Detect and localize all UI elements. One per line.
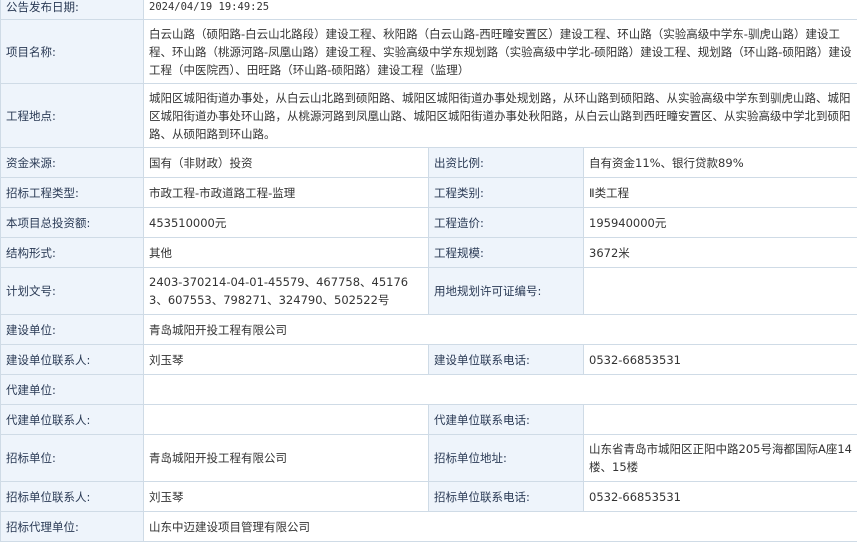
investment-label: 本项目总投资额: <box>0 207 144 238</box>
location-value: 城阳区城阳街道办事处，从白云山北路到硕阳路、城阳区城阳街道办事处规划路，从环山路… <box>143 83 857 148</box>
row-fund-source: 资金来源: 国有（非财政）投资 出资比例: 自有资金11%、银行贷款89% <box>0 147 857 178</box>
builder-contact-value: 刘玉琴 <box>143 344 429 375</box>
tenderer-phone-value: 0532-66853531 <box>583 481 857 512</box>
builder-contact-label: 建设单位联系人: <box>0 344 144 375</box>
investment-value: 453510000元 <box>143 207 429 238</box>
plan-doc-value: 2403-370214-04-01-45579、467758、451763、60… <box>143 267 429 315</box>
fund-ratio-label: 出资比例: <box>428 147 584 178</box>
project-name-value: 白云山路（硕阳路-白云山北路段）建设工程、秋阳路（白云山路-西旺疃安置区）建设工… <box>143 19 857 84</box>
row-tenderer-contact: 招标单位联系人: 刘玉琴 招标单位联系电话: 0532-66853531 <box>0 481 857 512</box>
row-agent-contact: 代建单位联系人: 代建单位联系电话: <box>0 404 857 435</box>
structure-value: 其他 <box>143 237 429 268</box>
project-category-value: Ⅱ类工程 <box>583 177 857 208</box>
project-scale-label: 工程规模: <box>428 237 584 268</box>
project-scale-value: 3672米 <box>583 237 857 268</box>
row-agent-builder: 代建单位: <box>0 374 857 405</box>
agent-builder-value <box>143 374 857 405</box>
row-location: 工程地点: 城阳区城阳街道办事处，从白云山北路到硕阳路、城阳区城阳街道办事处规划… <box>0 83 857 148</box>
bid-type-value: 市政工程-市政道路工程-监理 <box>143 177 429 208</box>
project-cost-value: 195940000元 <box>583 207 857 238</box>
row-bid-type: 招标工程类型: 市政工程-市政道路工程-监理 工程类别: Ⅱ类工程 <box>0 177 857 208</box>
publish-date-label: 公告发布日期: <box>0 0 144 20</box>
land-permit-value <box>583 267 857 315</box>
row-tender-agent: 招标代理单位: 山东中迈建设项目管理有限公司 <box>0 511 857 542</box>
fund-ratio-value: 自有资金11%、银行贷款89% <box>583 147 857 178</box>
publish-date-value: 2024/04/19 19:49:25 <box>143 0 857 20</box>
project-cost-label: 工程造价: <box>428 207 584 238</box>
agent-contact-label: 代建单位联系人: <box>0 404 144 435</box>
location-label: 工程地点: <box>0 83 144 148</box>
row-plan-doc: 计划文号: 2403-370214-04-01-45579、467758、451… <box>0 267 857 315</box>
tenderer-address-value: 山东省青岛市城阳区正阳中路205号海都国际A座14楼、15楼 <box>583 434 857 482</box>
agent-contact-value <box>143 404 429 435</box>
tenderer-phone-label: 招标单位联系电话: <box>428 481 584 512</box>
project-name-label: 项目名称: <box>0 19 144 84</box>
tenderer-address-label: 招标单位地址: <box>428 434 584 482</box>
plan-doc-label: 计划文号: <box>0 267 144 315</box>
builder-label: 建设单位: <box>0 314 144 345</box>
project-category-label: 工程类别: <box>428 177 584 208</box>
tenderer-contact-label: 招标单位联系人: <box>0 481 144 512</box>
row-project-name: 项目名称: 白云山路（硕阳路-白云山北路段）建设工程、秋阳路（白云山路-西旺疃安… <box>0 19 857 84</box>
builder-phone-value: 0532-66853531 <box>583 344 857 375</box>
row-publish-date: 公告发布日期: 2024/04/19 19:49:25 <box>0 0 857 20</box>
tenderer-contact-value: 刘玉琴 <box>143 481 429 512</box>
row-tenderer: 招标单位: 青岛城阳开投工程有限公司 招标单位地址: 山东省青岛市城阳区正阳中路… <box>0 434 857 482</box>
row-investment: 本项目总投资额: 453510000元 工程造价: 195940000元 <box>0 207 857 238</box>
agent-phone-value <box>583 404 857 435</box>
agent-builder-label: 代建单位: <box>0 374 144 405</box>
builder-value: 青岛城阳开投工程有限公司 <box>143 314 857 345</box>
bid-type-label: 招标工程类型: <box>0 177 144 208</box>
fund-source-label: 资金来源: <box>0 147 144 178</box>
tender-agent-label: 招标代理单位: <box>0 511 144 542</box>
tenderer-value: 青岛城阳开投工程有限公司 <box>143 434 429 482</box>
agent-phone-label: 代建单位联系电话: <box>428 404 584 435</box>
project-info-table: 公告发布日期: 2024/04/19 19:49:25 项目名称: 白云山路（硕… <box>0 0 857 542</box>
fund-source-value: 国有（非财政）投资 <box>143 147 429 178</box>
structure-label: 结构形式: <box>0 237 144 268</box>
tenderer-label: 招标单位: <box>0 434 144 482</box>
land-permit-label: 用地规划许可证编号: <box>428 267 584 315</box>
tender-agent-value: 山东中迈建设项目管理有限公司 <box>143 511 857 542</box>
row-structure: 结构形式: 其他 工程规模: 3672米 <box>0 237 857 268</box>
row-builder-contact: 建设单位联系人: 刘玉琴 建设单位联系电话: 0532-66853531 <box>0 344 857 375</box>
builder-phone-label: 建设单位联系电话: <box>428 344 584 375</box>
project-info-page: 公告发布日期: 2024/04/19 19:49:25 项目名称: 白云山路（硕… <box>0 0 857 548</box>
row-builder: 建设单位: 青岛城阳开投工程有限公司 <box>0 314 857 345</box>
